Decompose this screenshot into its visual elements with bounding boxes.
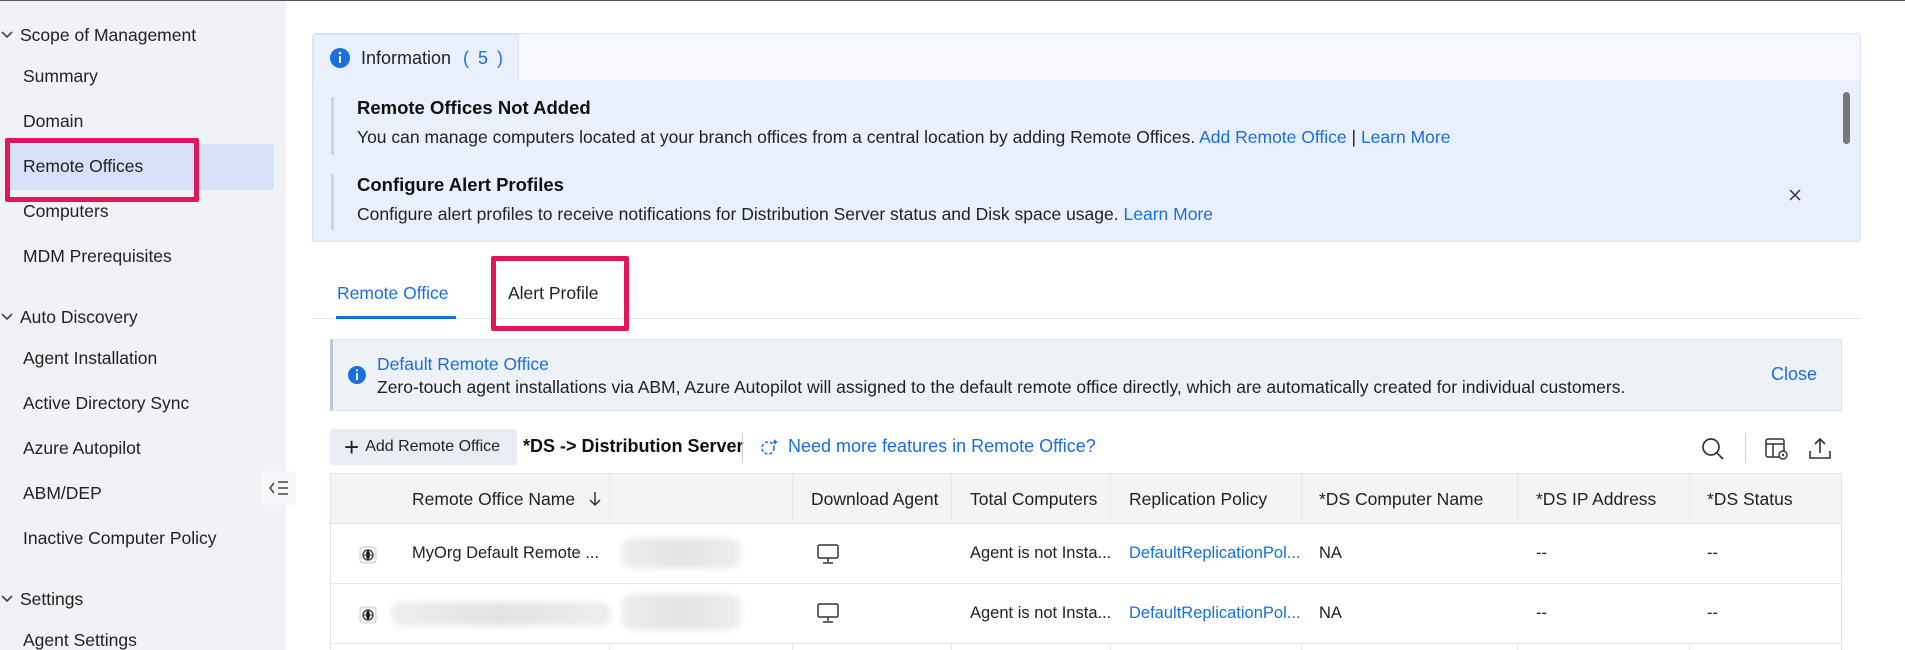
column-header-ds-computer-name[interactable]: *DS Computer Name (1319, 489, 1483, 510)
chevron-down-icon (0, 308, 20, 328)
active-tab-indicator (336, 316, 456, 319)
total-computers-cell: Agent is not Insta... (970, 604, 1112, 622)
column-header-ds-status[interactable]: *DS Status (1707, 489, 1793, 510)
sidebar-item-inactive-computer-policy[interactable]: Inactive Computer Policy (23, 528, 217, 549)
table-row[interactable]: MyOrg Default Remote ... Agent is not In… (331, 524, 1841, 584)
total-computers-cell: Agent is not Insta... (970, 544, 1112, 562)
info-item-desc: Configure alert profiles to receive noti… (357, 204, 1214, 224)
sidebar-section-scope[interactable]: Scope of Management (0, 25, 196, 46)
table-header: Remote Office Name Download Agent Total … (331, 474, 1841, 524)
ds-ip-cell: -- (1536, 544, 1547, 562)
info-scrollbar[interactable] (1843, 92, 1850, 144)
banner-close-link[interactable]: Close (1771, 364, 1817, 385)
column-header-download-agent[interactable]: Download Agent (811, 489, 938, 510)
info-item-title: Configure Alert Profiles (357, 174, 564, 195)
info-icon (348, 366, 366, 384)
learn-more-link[interactable]: Learn More (1361, 127, 1451, 147)
info-item-alert-profiles: Configure Alert Profiles Configure alert… (331, 174, 1213, 230)
sidebar-section-settings[interactable]: Settings (0, 589, 83, 610)
ds-ip-cell: -- (1536, 604, 1547, 622)
globe-icon (359, 546, 377, 564)
sidebar-item-computers[interactable]: Computers (23, 201, 109, 222)
sparkle-icon (761, 438, 778, 455)
info-item-remote-offices: Remote Offices Not Added You can manage … (331, 97, 1450, 155)
chevron-down-icon (0, 26, 20, 46)
sidebar-item-active-directory-sync[interactable]: Active Directory Sync (23, 393, 189, 414)
redacted-region (621, 594, 741, 630)
tab-remote-office[interactable]: Remote Office (337, 283, 449, 304)
banner-description: Zero-touch agent installations via ABM, … (377, 377, 1626, 397)
plus-icon: + (344, 432, 360, 462)
sidebar: Scope of Management Summary Domain Remot… (0, 1, 296, 650)
learn-more-link[interactable]: Learn More (1124, 204, 1214, 224)
chevron-down-icon (0, 590, 20, 610)
column-header-name[interactable]: Remote Office Name (412, 489, 602, 510)
redacted-region (391, 602, 611, 626)
info-item-desc: You can manage computers located at your… (357, 127, 1451, 147)
sidebar-item-azure-autopilot[interactable]: Azure Autopilot (23, 438, 141, 459)
monitor-icon[interactable] (816, 543, 840, 565)
remote-office-name[interactable]: MyOrg Default Remote ... (412, 544, 599, 563)
info-icon (330, 48, 350, 68)
information-tab[interactable]: Information ( 5 ) (313, 34, 519, 81)
add-remote-office-link[interactable]: Add Remote Office (1199, 127, 1347, 147)
search-icon[interactable] (1700, 436, 1726, 462)
column-header-replication-policy[interactable]: Replication Policy (1129, 489, 1267, 510)
redacted-region (621, 538, 741, 568)
info-item-title: Remote Offices Not Added (357, 97, 591, 118)
info-tabbar (313, 34, 1860, 80)
highlight-remote-offices (5, 138, 199, 202)
ds-computer-name-cell: NA (1319, 604, 1342, 622)
replication-policy-link[interactable]: DefaultReplicationPol... (1129, 544, 1301, 563)
sort-down-icon[interactable] (588, 491, 602, 507)
column-header-ds-ip-address[interactable]: *DS IP Address (1536, 489, 1656, 510)
sidebar-item-mdm-prerequisites[interactable]: MDM Prerequisites (23, 246, 172, 267)
close-icon[interactable] (1787, 187, 1807, 207)
remote-office-table: Remote Office Name Download Agent Total … (330, 473, 1842, 650)
ds-status-cell: -- (1707, 604, 1718, 622)
ds-legend: *DS -> Distribution Server (523, 436, 744, 456)
default-remote-office-banner: Default Remote Office Zero-touch agent i… (330, 339, 1842, 411)
add-remote-office-button[interactable]: + Add Remote Office (330, 429, 517, 465)
globe-icon (359, 606, 377, 624)
export-icon[interactable] (1807, 436, 1833, 462)
features-link[interactable]: Need more features in Remote Office? (758, 436, 1096, 457)
table-row[interactable]: Agent is not Insta... DefaultReplication… (331, 584, 1841, 644)
sidebar-item-abm-dep[interactable]: ABM/DEP (23, 483, 102, 504)
sidebar-item-domain[interactable]: Domain (23, 111, 83, 132)
sidebar-section-auto-discovery[interactable]: Auto Discovery (0, 307, 138, 328)
ds-computer-name-cell: NA (1319, 544, 1342, 562)
collapse-sidebar-icon[interactable] (262, 471, 296, 505)
banner-title[interactable]: Default Remote Office (377, 354, 549, 375)
information-panel: Information ( 5 ) Remote Offices Not Add… (312, 33, 1861, 242)
column-header-total-computers[interactable]: Total Computers (970, 489, 1097, 510)
toolbar-divider (1745, 433, 1746, 463)
sidebar-item-agent-settings[interactable]: Agent Settings (23, 630, 137, 650)
column-settings-icon[interactable] (1764, 436, 1790, 462)
highlight-alert-profile (491, 256, 629, 331)
sidebar-item-summary[interactable]: Summary (23, 66, 98, 87)
monitor-icon[interactable] (816, 602, 840, 624)
toolbar-divider (742, 433, 743, 463)
ds-status-cell: -- (1707, 544, 1718, 562)
replication-policy-link[interactable]: DefaultReplicationPol... (1129, 604, 1301, 623)
sidebar-item-agent-installation[interactable]: Agent Installation (23, 348, 157, 369)
